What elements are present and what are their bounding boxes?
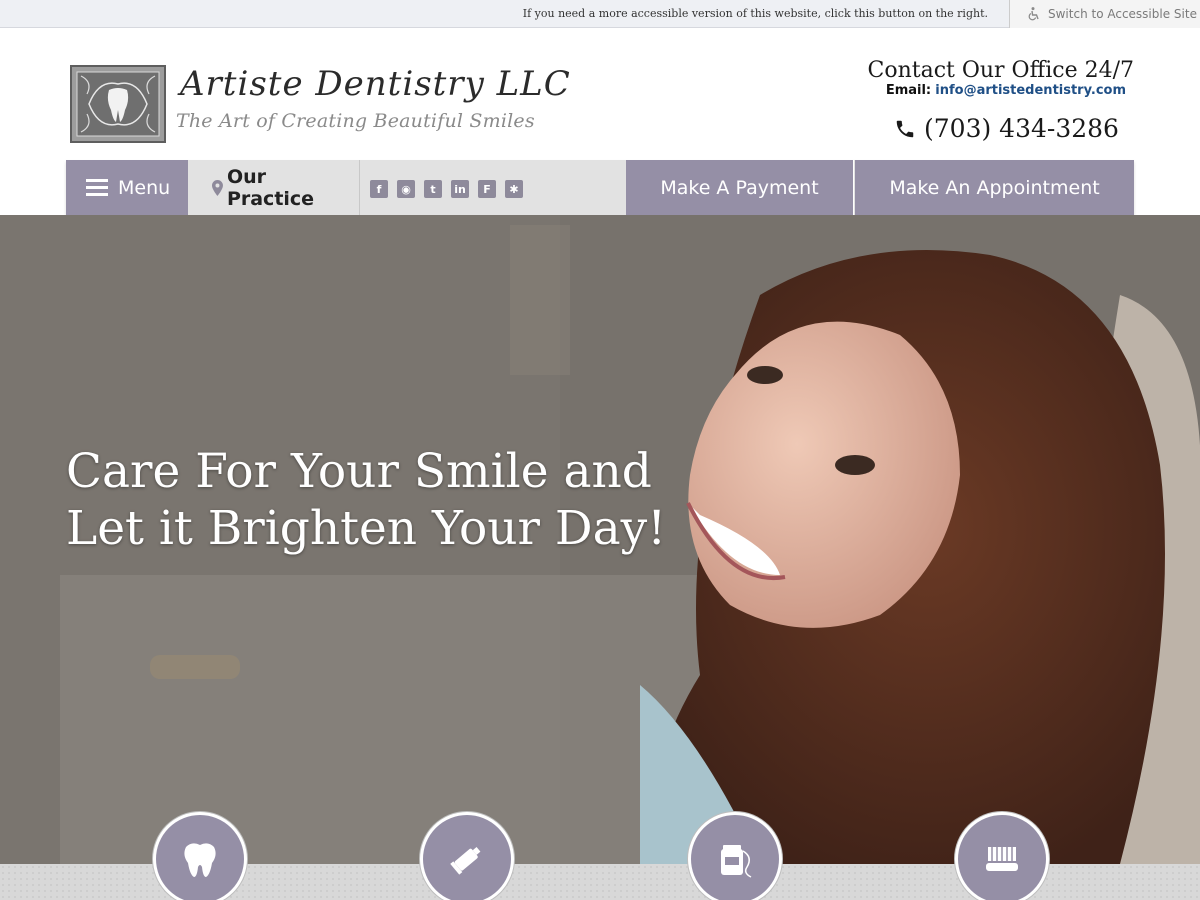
accessibility-note: If you need a more accessible version of… xyxy=(522,7,988,20)
our-practice-label: Our Practice xyxy=(226,165,315,210)
contact-heading: Contact Our Office 24/7 xyxy=(867,58,1134,83)
floss-icon xyxy=(721,845,752,878)
main-nav: Menu Our Practice f ◉ t in F ✱ Make A Pa… xyxy=(66,160,1134,215)
accessibility-bar: If you need a more accessible version of… xyxy=(0,0,1200,28)
social-links: f ◉ t in F ✱ xyxy=(370,180,523,198)
make-appointment-button[interactable]: Make An Appointment xyxy=(855,160,1134,215)
hero-heading: Care For Your Smile and Let it Brighten … xyxy=(66,444,667,556)
switch-accessible-site-label: Switch to Accessible Site xyxy=(1048,7,1197,21)
toothpaste-icon xyxy=(450,847,481,875)
contact-phone-row[interactable]: (703) 434-3286 xyxy=(894,114,1119,143)
facebook-icon[interactable]: f xyxy=(370,180,388,198)
tooth-icon xyxy=(184,843,216,877)
email-label: Email: xyxy=(885,83,932,98)
phone-number: (703) 434-3286 xyxy=(924,114,1119,143)
menu-label: Menu xyxy=(118,176,171,199)
logo-tagline: The Art of Creating Beautiful Smiles xyxy=(176,110,535,132)
contact-email-row: Email: info@artistedentistry.com xyxy=(886,83,1126,98)
service-tooth[interactable] xyxy=(153,812,247,900)
rss-icon[interactable]: ◉ xyxy=(397,180,415,198)
wheelchair-icon xyxy=(1028,7,1039,21)
switch-accessible-site-button[interactable]: Switch to Accessible Site xyxy=(1009,0,1200,28)
our-practice-link[interactable]: Our Practice xyxy=(188,160,360,215)
hero-banner: Care For Your Smile and Let it Brighten … xyxy=(0,215,1200,864)
twitter-icon[interactable]: t xyxy=(424,180,442,198)
email-link[interactable]: info@artistedentistry.com xyxy=(935,83,1126,98)
logo-emblem[interactable] xyxy=(69,64,167,144)
foursquare-icon[interactable]: F xyxy=(478,180,496,198)
logo-name[interactable]: Artiste Dentistry LLC xyxy=(180,64,571,104)
map-pin-icon xyxy=(212,179,223,196)
yelp-icon[interactable]: ✱ xyxy=(505,180,523,198)
service-toothpaste[interactable] xyxy=(420,812,514,900)
site-header: Artiste Dentistry LLC The Art of Creatin… xyxy=(0,28,1200,160)
make-payment-button[interactable]: Make A Payment xyxy=(626,160,854,215)
hamburger-icon xyxy=(86,178,108,197)
linkedin-icon[interactable]: in xyxy=(451,180,469,198)
service-floss[interactable] xyxy=(688,812,782,900)
menu-button[interactable]: Menu xyxy=(66,160,188,215)
toothbrush-icon xyxy=(986,847,1018,871)
phone-icon xyxy=(896,120,914,137)
service-toothbrush[interactable] xyxy=(955,812,1049,900)
